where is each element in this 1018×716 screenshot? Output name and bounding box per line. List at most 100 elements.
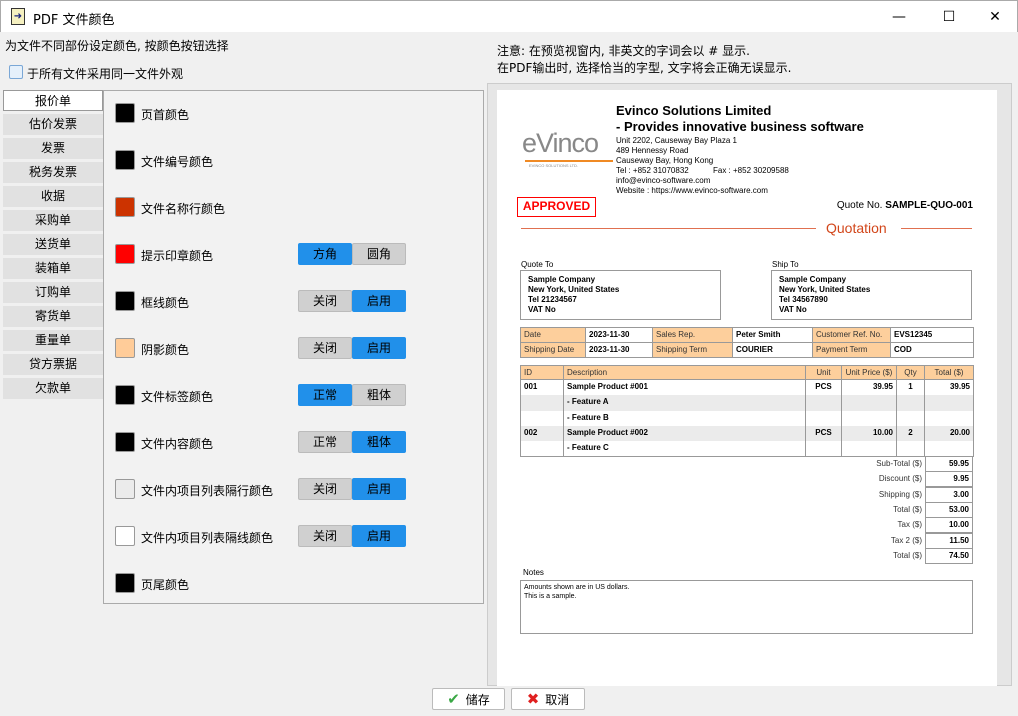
toggle-option[interactable]: 关闭 (298, 478, 352, 500)
tab-6[interactable]: 送货单 (3, 234, 103, 255)
tab-10[interactable]: 重量单 (3, 330, 103, 351)
info-cell: 2023-11-30 (585, 327, 653, 343)
item-cell: Sample Product #002 (563, 425, 806, 442)
item-cell (924, 441, 974, 458)
total-label: Tax 2 ($) (890, 535, 922, 545)
toggle-option[interactable]: 关闭 (298, 290, 352, 312)
logo-underline (525, 160, 613, 162)
item-cell: 001 (520, 380, 564, 396)
item-cell: PCS (805, 380, 842, 396)
toggle-option[interactable]: 启用 (352, 337, 406, 359)
window-title: PDF 文件颜色 (33, 13, 115, 28)
tab-9[interactable]: 寄货单 (3, 306, 103, 327)
color-swatch-button[interactable] (115, 150, 135, 170)
quote-to-line: Sample Company (528, 275, 596, 284)
tab-11[interactable]: 贷方票据 (3, 354, 103, 375)
item-cell: 39.95 (841, 380, 897, 396)
total-value: 59.95 (925, 456, 973, 472)
tab-1[interactable]: 估价发票 (3, 114, 103, 135)
toggle-option[interactable]: 启用 (352, 478, 406, 500)
ship-to-line: VAT No (779, 305, 807, 314)
document-title: Quotation (826, 220, 887, 236)
notes-line: Amounts shown are in US dollars. (524, 584, 630, 591)
item-cell: 10.00 (841, 425, 897, 442)
toggle-option[interactable]: 正常 (298, 431, 352, 453)
total-label: Sub-Total ($) (876, 459, 922, 468)
color-swatch-button[interactable] (115, 244, 135, 264)
minimize-button[interactable]: — (889, 7, 909, 27)
tab-8[interactable]: 订购单 (3, 282, 103, 303)
toggle-option[interactable]: 方角 (298, 243, 352, 265)
total-label: Tax ($) (897, 520, 922, 530)
ship-to-line: New York, United States (779, 285, 871, 294)
preview-page: eVinco EVINCO SOLUTIONS LTD. Evinco Solu… (497, 90, 997, 686)
item-cell: 002 (520, 425, 564, 442)
quote-to-line: Tel 21234567 (528, 295, 577, 304)
tab-12[interactable]: 欠款单 (3, 378, 103, 399)
color-swatch-button[interactable] (115, 385, 135, 405)
toggle-option[interactable]: 正常 (298, 384, 352, 406)
item-cell (841, 410, 897, 427)
total-value: 9.95 (925, 471, 973, 488)
cancel-button[interactable]: ✖ 取消 (511, 688, 585, 710)
save-button[interactable]: ✔ 储存 (432, 688, 505, 710)
items-header-cell: Unit (805, 365, 842, 380)
items-header-cell: Qty (896, 365, 925, 380)
close-button[interactable]: ✕ (985, 7, 1005, 27)
color-swatch-button[interactable] (115, 573, 135, 593)
item-cell (896, 395, 925, 412)
tel: Tel : +852 31070832 (616, 166, 689, 175)
item-cell (805, 441, 842, 458)
item-cell (896, 441, 925, 458)
title-bar: ➜ PDF 文件颜色 — ☐ ✕ (0, 0, 1018, 32)
tab-4[interactable]: 收据 (3, 186, 103, 207)
approved-stamp: APPROVED (517, 197, 596, 217)
color-swatch-button[interactable] (115, 479, 135, 499)
tab-2[interactable]: 发票 (3, 138, 103, 159)
title-rule-right (901, 228, 972, 229)
info-cell: Date (520, 327, 586, 343)
maximize-button[interactable]: ☐ (939, 7, 959, 27)
color-row-label: 文件内容颜色 (141, 437, 214, 451)
info-cell: Shipping Date (520, 342, 586, 358)
toggle-option[interactable]: 圆角 (352, 243, 406, 265)
item-cell (896, 410, 925, 427)
color-swatch-button[interactable] (115, 197, 135, 217)
tab-5[interactable]: 采购单 (3, 210, 103, 231)
toggle-option[interactable]: 启用 (352, 290, 406, 312)
color-swatch-button[interactable] (115, 338, 135, 358)
item-cell: - Feature C (563, 441, 806, 458)
item-cell: 1 (896, 380, 925, 396)
color-swatch-button[interactable] (115, 291, 135, 311)
item-cell (520, 441, 564, 458)
ship-to-box: Sample Company New York, United States Tel… (771, 270, 972, 320)
color-swatch-button[interactable] (115, 103, 135, 123)
note-line-1: 注意: 在预览视窗内, 非英文的字词会以 # 显示. (497, 44, 750, 58)
color-row-label: 阴影颜色 (141, 343, 190, 357)
info-cell: Sales Rep. (652, 327, 733, 343)
color-row-label: 文件内项目列表隔行颜色 (141, 484, 274, 498)
company-tagline: - Provides innovative business software (616, 119, 864, 134)
item-cell: 39.95 (924, 380, 974, 396)
toggle-option[interactable]: 关闭 (298, 525, 352, 547)
notes-label: Notes (523, 568, 544, 577)
info-cell: EVS12345 (890, 327, 974, 343)
total-label: Shipping ($) (878, 489, 922, 499)
total-label: Total ($) (893, 504, 922, 514)
tab-7[interactable]: 装箱单 (3, 258, 103, 279)
info-cell: COD (890, 342, 974, 358)
same-look-checkbox[interactable] (9, 65, 23, 79)
color-swatch-button[interactable] (115, 526, 135, 546)
item-cell (924, 395, 974, 412)
items-header-cell: Description (563, 365, 806, 380)
toggle-option[interactable]: 关闭 (298, 337, 352, 359)
items-header-cell: ID (520, 365, 564, 380)
instructions: 为文件不同部份设定颜色, 按颜色按钮选择 (5, 39, 229, 53)
tab-3[interactable]: 税务发票 (3, 162, 103, 183)
toggle-option[interactable]: 启用 (352, 525, 406, 547)
color-swatch-button[interactable] (115, 432, 135, 452)
items-header-cell: Total ($) (924, 365, 974, 380)
toggle-option[interactable]: 粗体 (352, 431, 406, 453)
tab-0[interactable]: 报价单 (3, 90, 103, 111)
toggle-option[interactable]: 粗体 (352, 384, 406, 406)
